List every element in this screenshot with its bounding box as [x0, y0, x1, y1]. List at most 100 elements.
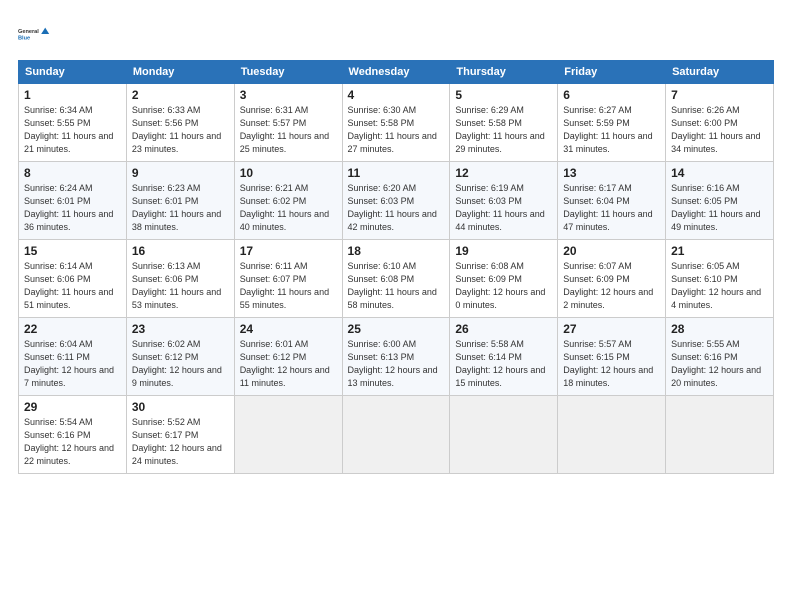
header-cell-friday: Friday — [558, 61, 666, 84]
day-cell: 13 Sunrise: 6:17 AMSunset: 6:04 PMDayligh… — [558, 162, 666, 240]
day-cell: 4Sunrise: 6:30 AMSunset: 5:58 PMDaylight… — [342, 84, 450, 162]
svg-text:General: General — [18, 29, 39, 35]
calendar-table: SundayMondayTuesdayWednesdayThursdayFrid… — [18, 60, 774, 474]
day-number: 20 — [563, 244, 660, 258]
day-cell — [234, 396, 342, 474]
day-cell — [558, 396, 666, 474]
day-number: 19 — [455, 244, 552, 258]
day-cell: 22 Sunrise: 6:04 AMSunset: 6:11 PMDayligh… — [19, 318, 127, 396]
day-cell: 5 Sunrise: 6:29 AMSunset: 5:58 PMDaylight… — [450, 84, 558, 162]
week-row-2: 8Sunrise: 6:24 AMSunset: 6:01 PMDaylight… — [19, 162, 774, 240]
day-number: 22 — [24, 322, 121, 336]
day-number: 1 — [24, 88, 121, 102]
day-cell: 25 Sunrise: 6:00 AMSunset: 6:13 PMDayligh… — [342, 318, 450, 396]
day-number: 14 — [671, 166, 768, 180]
day-number: 7 — [671, 88, 768, 102]
day-cell: 20Sunrise: 6:07 AMSunset: 6:09 PMDayligh… — [558, 240, 666, 318]
header-cell-saturday: Saturday — [666, 61, 774, 84]
day-number: 21 — [671, 244, 768, 258]
week-row-5: 29 Sunrise: 5:54 AMSunset: 6:16 PMDayligh… — [19, 396, 774, 474]
day-cell: 6 Sunrise: 6:27 AMSunset: 5:59 PMDaylight… — [558, 84, 666, 162]
day-detail: Sunrise: 6:05 AMSunset: 6:10 PMDaylight:… — [671, 260, 768, 312]
day-number: 23 — [132, 322, 229, 336]
day-cell: 12 Sunrise: 6:19 AMSunset: 6:03 PMDayligh… — [450, 162, 558, 240]
day-detail: Sunrise: 6:26 AMSunset: 6:00 PMDaylight:… — [671, 104, 768, 156]
week-row-3: 15Sunrise: 6:14 AMSunset: 6:06 PMDayligh… — [19, 240, 774, 318]
day-detail: Sunrise: 6:31 AMSunset: 5:57 PMDaylight:… — [240, 104, 337, 156]
day-detail: Sunrise: 6:10 AMSunset: 6:08 PMDaylight:… — [348, 260, 445, 312]
day-cell: 24Sunrise: 6:01 AMSunset: 6:12 PMDayligh… — [234, 318, 342, 396]
svg-text:Blue: Blue — [18, 36, 30, 42]
day-number: 17 — [240, 244, 337, 258]
day-number: 30 — [132, 400, 229, 414]
day-detail: Sunrise: 6:16 AMSunset: 6:05 PMDaylight:… — [671, 182, 768, 234]
day-detail: Sunrise: 5:57 AMSunset: 6:15 PMDaylight:… — [563, 338, 660, 390]
day-detail: Sunrise: 6:34 AMSunset: 5:55 PMDaylight:… — [24, 104, 121, 156]
header-row: SundayMondayTuesdayWednesdayThursdayFrid… — [19, 61, 774, 84]
day-cell: 1 Sunrise: 6:34 AMSunset: 5:55 PMDaylight… — [19, 84, 127, 162]
day-number: 6 — [563, 88, 660, 102]
day-cell: 29 Sunrise: 5:54 AMSunset: 6:16 PMDayligh… — [19, 396, 127, 474]
day-cell: 11 Sunrise: 6:20 AMSunset: 6:03 PMDayligh… — [342, 162, 450, 240]
day-cell — [342, 396, 450, 474]
day-detail: Sunrise: 6:11 AMSunset: 6:07 PMDaylight:… — [240, 260, 337, 312]
day-number: 29 — [24, 400, 121, 414]
day-detail: Sunrise: 6:01 AMSunset: 6:12 PMDaylight:… — [240, 338, 337, 390]
day-number: 25 — [348, 322, 445, 336]
day-detail: Sunrise: 5:58 AMSunset: 6:14 PMDaylight:… — [455, 338, 552, 390]
day-detail: Sunrise: 6:19 AMSunset: 6:03 PMDaylight:… — [455, 182, 552, 234]
day-cell: 26Sunrise: 5:58 AMSunset: 6:14 PMDayligh… — [450, 318, 558, 396]
day-detail: Sunrise: 5:54 AMSunset: 6:16 PMDaylight:… — [24, 416, 121, 468]
day-number: 27 — [563, 322, 660, 336]
day-detail: Sunrise: 5:55 AMSunset: 6:16 PMDaylight:… — [671, 338, 768, 390]
day-detail: Sunrise: 6:33 AMSunset: 5:56 PMDaylight:… — [132, 104, 229, 156]
day-detail: Sunrise: 6:13 AMSunset: 6:06 PMDaylight:… — [132, 260, 229, 312]
header-cell-sunday: Sunday — [19, 61, 127, 84]
week-row-4: 22 Sunrise: 6:04 AMSunset: 6:11 PMDayligh… — [19, 318, 774, 396]
calendar-body: 1 Sunrise: 6:34 AMSunset: 5:55 PMDaylight… — [19, 84, 774, 474]
day-number: 13 — [563, 166, 660, 180]
day-number: 5 — [455, 88, 552, 102]
day-cell: 9 Sunrise: 6:23 AMSunset: 6:01 PMDaylight… — [126, 162, 234, 240]
day-detail: Sunrise: 6:24 AMSunset: 6:01 PMDaylight:… — [24, 182, 121, 234]
day-cell: 28Sunrise: 5:55 AMSunset: 6:16 PMDayligh… — [666, 318, 774, 396]
day-detail: Sunrise: 6:17 AMSunset: 6:04 PMDaylight:… — [563, 182, 660, 234]
day-number: 11 — [348, 166, 445, 180]
header-cell-wednesday: Wednesday — [342, 61, 450, 84]
day-detail: Sunrise: 6:30 AMSunset: 5:58 PMDaylight:… — [348, 104, 445, 156]
day-cell: 23 Sunrise: 6:02 AMSunset: 6:12 PMDayligh… — [126, 318, 234, 396]
day-detail: Sunrise: 6:29 AMSunset: 5:58 PMDaylight:… — [455, 104, 552, 156]
day-cell: 15Sunrise: 6:14 AMSunset: 6:06 PMDayligh… — [19, 240, 127, 318]
day-detail: Sunrise: 6:00 AMSunset: 6:13 PMDaylight:… — [348, 338, 445, 390]
day-cell: 17 Sunrise: 6:11 AMSunset: 6:07 PMDayligh… — [234, 240, 342, 318]
day-cell: 7 Sunrise: 6:26 AMSunset: 6:00 PMDaylight… — [666, 84, 774, 162]
day-number: 2 — [132, 88, 229, 102]
day-cell: 30Sunrise: 5:52 AMSunset: 6:17 PMDayligh… — [126, 396, 234, 474]
day-detail: Sunrise: 6:23 AMSunset: 6:01 PMDaylight:… — [132, 182, 229, 234]
header: GeneralBlue — [18, 18, 774, 50]
day-detail: Sunrise: 6:14 AMSunset: 6:06 PMDaylight:… — [24, 260, 121, 312]
day-number: 18 — [348, 244, 445, 258]
day-cell: 2 Sunrise: 6:33 AMSunset: 5:56 PMDaylight… — [126, 84, 234, 162]
day-detail: Sunrise: 6:08 AMSunset: 6:09 PMDaylight:… — [455, 260, 552, 312]
day-detail: Sunrise: 6:04 AMSunset: 6:11 PMDaylight:… — [24, 338, 121, 390]
day-cell: 18 Sunrise: 6:10 AMSunset: 6:08 PMDayligh… — [342, 240, 450, 318]
day-number: 12 — [455, 166, 552, 180]
day-detail: Sunrise: 6:21 AMSunset: 6:02 PMDaylight:… — [240, 182, 337, 234]
day-number: 3 — [240, 88, 337, 102]
day-detail: Sunrise: 6:20 AMSunset: 6:03 PMDaylight:… — [348, 182, 445, 234]
day-number: 16 — [132, 244, 229, 258]
day-cell: 10 Sunrise: 6:21 AMSunset: 6:02 PMDayligh… — [234, 162, 342, 240]
day-cell: 27 Sunrise: 5:57 AMSunset: 6:15 PMDayligh… — [558, 318, 666, 396]
day-cell: 21 Sunrise: 6:05 AMSunset: 6:10 PMDayligh… — [666, 240, 774, 318]
page: GeneralBlue SundayMondayTuesdayWednesday… — [0, 0, 792, 484]
day-cell: 14 Sunrise: 6:16 AMSunset: 6:05 PMDayligh… — [666, 162, 774, 240]
header-cell-tuesday: Tuesday — [234, 61, 342, 84]
day-cell: 8Sunrise: 6:24 AMSunset: 6:01 PMDaylight… — [19, 162, 127, 240]
day-number: 9 — [132, 166, 229, 180]
day-number: 10 — [240, 166, 337, 180]
day-cell: 3 Sunrise: 6:31 AMSunset: 5:57 PMDaylight… — [234, 84, 342, 162]
day-cell — [450, 396, 558, 474]
day-detail: Sunrise: 6:27 AMSunset: 5:59 PMDaylight:… — [563, 104, 660, 156]
day-detail: Sunrise: 6:02 AMSunset: 6:12 PMDaylight:… — [132, 338, 229, 390]
